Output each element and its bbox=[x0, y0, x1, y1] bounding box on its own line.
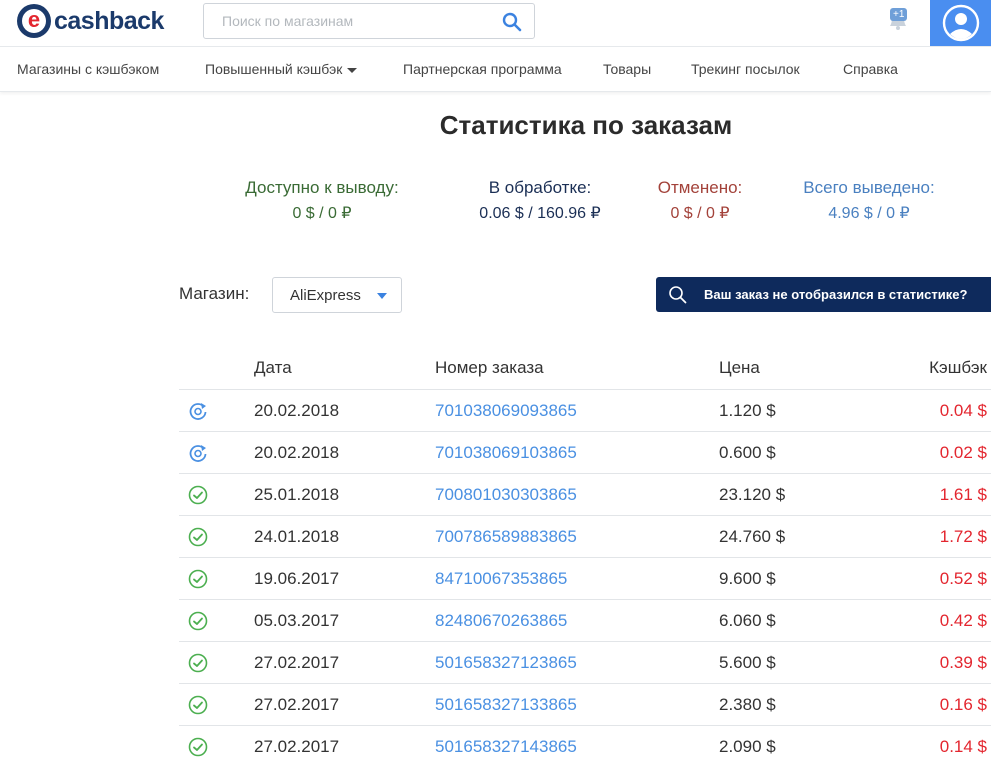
check-circle-icon bbox=[188, 653, 208, 673]
order-number-link[interactable]: 501658327123865 bbox=[435, 653, 577, 673]
header: e cashback +1 bbox=[0, 0, 991, 46]
order-date: 05.03.2017 bbox=[254, 611, 340, 630]
search-box bbox=[203, 3, 535, 39]
column-header-cashback: Кэшбэк bbox=[929, 358, 987, 377]
user-icon bbox=[942, 4, 979, 42]
stat-processing-value: 0.06 $ / 160.96 ₽ bbox=[479, 205, 601, 222]
order-date: 27.02.2017 bbox=[254, 695, 340, 714]
refresh-icon bbox=[188, 401, 208, 421]
check-circle-icon bbox=[188, 569, 208, 589]
table-row: 24.01.2018 700786589883865 24.760 $ 1.72… bbox=[179, 516, 991, 558]
order-price: 2.380 $ bbox=[719, 695, 776, 714]
order-date: 27.02.2017 bbox=[254, 653, 340, 672]
check-circle-icon bbox=[188, 737, 208, 757]
chevron-down-icon bbox=[377, 293, 387, 299]
shop-select[interactable]: AliExpress bbox=[272, 277, 402, 313]
order-date: 24.01.2018 bbox=[254, 527, 340, 546]
table-row: 20.02.2018 701038069093865 1.120 $ 0.04 … bbox=[179, 390, 991, 432]
check-circle-icon bbox=[188, 527, 208, 547]
search-icon bbox=[668, 285, 688, 310]
order-number-link[interactable]: 700786589883865 bbox=[435, 527, 577, 547]
table-row: 27.02.2017 501658327123865 5.600 $ 0.39 … bbox=[179, 642, 991, 684]
order-price: 24.760 $ bbox=[719, 527, 786, 546]
order-number-link[interactable]: 82480670263865 bbox=[435, 611, 567, 631]
order-price: 0.600 $ bbox=[719, 443, 776, 462]
nav-shops[interactable]: Магазины с кэшбэком bbox=[17, 61, 159, 77]
avatar[interactable] bbox=[930, 0, 991, 46]
order-cashback: 0.14 $ bbox=[939, 737, 987, 756]
nav-boosted-cashback[interactable]: Повышенный кэшбэк bbox=[205, 61, 358, 77]
table-row: 05.03.2017 82480670263865 6.060 $ 0.42 $ bbox=[179, 600, 991, 642]
order-cashback: 0.42 $ bbox=[939, 611, 987, 630]
notifications-button[interactable]: +1 bbox=[884, 6, 912, 34]
stat-cancelled-value: 0 $ / 0 ₽ bbox=[670, 205, 730, 222]
missing-order-button[interactable]: Ваш заказ не отобразился в статистике? bbox=[656, 277, 991, 312]
order-cashback: 1.61 $ bbox=[939, 485, 987, 504]
order-date: 25.01.2018 bbox=[254, 485, 340, 504]
order-price: 1.120 $ bbox=[719, 401, 776, 420]
column-header-order: Номер заказа bbox=[435, 358, 544, 377]
logo-icon: e bbox=[17, 4, 51, 38]
stat-cancelled-label: Отменено: bbox=[657, 178, 743, 197]
stat-cancelled: Отменено: 0 $ / 0 ₽ bbox=[648, 178, 752, 223]
check-circle-icon bbox=[188, 611, 208, 631]
nav-parcel-tracking[interactable]: Трекинг посылок bbox=[691, 61, 800, 77]
stat-available-label: Доступно к выводу: bbox=[245, 178, 399, 197]
order-cashback: 1.72 $ bbox=[939, 527, 987, 546]
notification-badge: +1 bbox=[890, 8, 908, 21]
order-cashback: 0.16 $ bbox=[939, 695, 987, 714]
table-row: 27.02.2017 501658327133865 2.380 $ 0.16 … bbox=[179, 684, 991, 726]
nav-partner-program[interactable]: Партнерская программа bbox=[403, 61, 562, 77]
column-header-price: Цена bbox=[719, 358, 760, 377]
missing-order-label: Ваш заказ не отобразился в статистике? bbox=[704, 287, 968, 302]
order-date: 27.02.2017 bbox=[254, 737, 340, 756]
order-cashback: 0.04 $ bbox=[939, 401, 987, 420]
nav-help[interactable]: Справка bbox=[843, 61, 898, 77]
table-row: 20.02.2018 701038069103865 0.600 $ 0.02 … bbox=[179, 432, 991, 474]
refresh-icon bbox=[188, 443, 208, 463]
stat-withdrawn-label: Всего выведено: bbox=[803, 178, 935, 197]
order-cashback: 0.52 $ bbox=[939, 569, 987, 588]
stat-withdrawn-value: 4.96 $ / 0 ₽ bbox=[828, 205, 910, 222]
order-price: 5.600 $ bbox=[719, 653, 776, 672]
check-circle-icon bbox=[188, 485, 208, 505]
stat-available-value: 0 $ / 0 ₽ bbox=[292, 205, 352, 222]
order-cashback: 0.39 $ bbox=[939, 653, 987, 672]
main-nav: Магазины с кэшбэком Повышенный кэшбэк Па… bbox=[0, 46, 991, 92]
order-number-link[interactable]: 501658327143865 bbox=[435, 737, 577, 757]
nav-products[interactable]: Товары bbox=[603, 61, 651, 77]
stat-processing-label: В обработке: bbox=[488, 178, 592, 197]
table-row: 27.02.2017 501658327143865 2.090 $ 0.14 … bbox=[179, 726, 991, 765]
shop-filter-label: Магазин: bbox=[179, 284, 250, 303]
order-number-link[interactable]: 701038069093865 bbox=[435, 401, 577, 421]
stat-processing: В обработке: 0.06 $ / 160.96 ₽ bbox=[460, 178, 620, 223]
column-header-date: Дата bbox=[254, 358, 292, 377]
order-number-link[interactable]: 84710067353865 bbox=[435, 569, 567, 589]
order-number-link[interactable]: 700801030303865 bbox=[435, 485, 577, 505]
logo[interactable]: e cashback bbox=[17, 4, 164, 38]
page-title: Статистика по заказам bbox=[439, 110, 733, 140]
order-price: 23.120 $ bbox=[719, 485, 786, 504]
nav-boosted-cashback-label: Повышенный кэшбэк bbox=[205, 61, 343, 77]
order-date: 20.02.2018 bbox=[254, 443, 340, 462]
table-row: 19.06.2017 84710067353865 9.600 $ 0.52 $ bbox=[179, 558, 991, 600]
order-date: 20.02.2018 bbox=[254, 401, 340, 420]
table-row: 25.01.2018 700801030303865 23.120 $ 1.61… bbox=[179, 474, 991, 516]
order-price: 2.090 $ bbox=[719, 737, 776, 756]
stat-available: Доступно к выводу: 0 $ / 0 ₽ bbox=[236, 178, 408, 223]
order-price: 6.060 $ bbox=[719, 611, 776, 630]
order-number-link[interactable]: 701038069103865 bbox=[435, 443, 577, 463]
order-date: 19.06.2017 bbox=[254, 569, 340, 588]
order-cashback: 0.02 $ bbox=[939, 443, 987, 462]
chevron-down-icon bbox=[347, 67, 358, 73]
stat-withdrawn: Всего выведено: 4.96 $ / 0 ₽ bbox=[790, 178, 948, 223]
order-number-link[interactable]: 501658327133865 bbox=[435, 695, 577, 715]
search-icon[interactable] bbox=[502, 12, 522, 32]
shop-select-value: AliExpress bbox=[290, 287, 361, 304]
order-price: 9.600 $ bbox=[719, 569, 776, 588]
orders-table: 20.02.2018 701038069093865 1.120 $ 0.04 … bbox=[179, 389, 991, 765]
search-input[interactable] bbox=[204, 4, 494, 38]
logo-text: cashback bbox=[54, 6, 164, 35]
check-circle-icon bbox=[188, 695, 208, 715]
